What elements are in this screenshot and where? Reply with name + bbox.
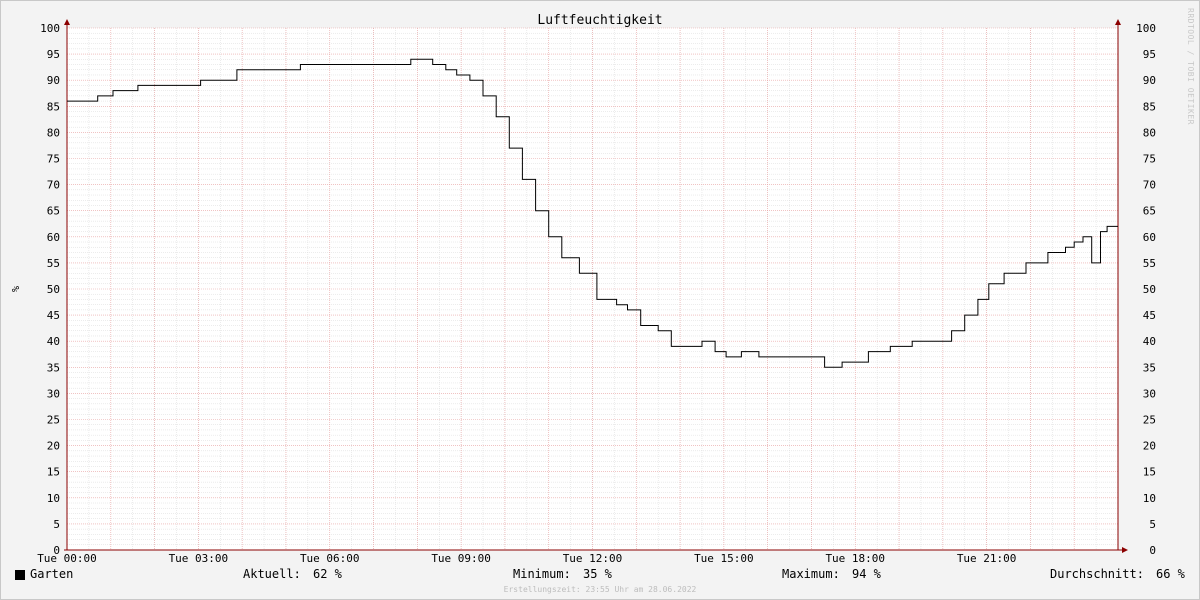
y-tick-label-right: 30: [1143, 387, 1156, 400]
legend: Garten Aktuell: 62 % Minimum: 35 % Maxim…: [0, 567, 1200, 585]
y-tick-label-left: 55: [47, 257, 60, 270]
x-axis-labels: Tue 00:00 Tue 03:00 Tue 06:00 Tue 09:00 Tue …: [37, 552, 1016, 565]
y-tick-label-left: 85: [47, 100, 60, 113]
y-tick-label-left: 70: [47, 179, 60, 192]
y-tick-label-right: 60: [1143, 231, 1156, 244]
watermark: RRDTOOL / TOBI OETIKER: [1186, 8, 1195, 125]
creation-time-footer: Erstellungszeit: 23:55 Uhr am 28.06.2022: [503, 585, 697, 594]
y-tick-label-left: 15: [47, 466, 60, 479]
y-tick-label-left: 35: [47, 361, 60, 374]
y-tick-label-right: 55: [1143, 257, 1156, 270]
legend-avg-value: 66 %: [1156, 567, 1185, 581]
y-tick-label-right: 75: [1143, 153, 1156, 166]
legend-avg-label: Durchschnitt:: [1050, 567, 1144, 581]
y-tick-label-left: 40: [47, 335, 60, 348]
y-axis-right-labels: 0 5 10 15 20 25 30 35 40 45 50 55 60 65 70 75 80 85 90 95 10…: [1136, 22, 1156, 557]
x-tick-label: Tue 15:00: [694, 552, 754, 565]
y-axis-label-left: %: [9, 286, 20, 292]
legend-max-value: 94 %: [852, 567, 881, 581]
y-tick-label-right: 50: [1143, 283, 1156, 296]
y-tick-label-left: 45: [47, 309, 60, 322]
y-tick-label-left: 10: [47, 492, 60, 505]
y-tick-label-left: 90: [47, 74, 60, 87]
y-tick-label-right: 35: [1143, 361, 1156, 374]
legend-current-label: Aktuell:: [243, 567, 301, 581]
y-tick-label-right: 85: [1143, 100, 1156, 113]
y-tick-label-left: 60: [47, 231, 60, 244]
legend-current-value: 62 %: [313, 567, 342, 581]
chart-title: Luftfeuchtigkeit: [537, 13, 662, 28]
y-tick-label-left: 95: [47, 48, 60, 61]
y-tick-label-right: 5: [1149, 518, 1156, 531]
y-tick-label-right: 15: [1143, 466, 1156, 479]
y-tick-label-right: 40: [1143, 335, 1156, 348]
y-tick-label-right: 95: [1143, 48, 1156, 61]
y-tick-label-left: 75: [47, 153, 60, 166]
y-axis-left-arrow: [64, 19, 70, 25]
y-tick-label-right: 70: [1143, 179, 1156, 192]
y-tick-label-left: 25: [47, 414, 60, 427]
y-tick-label-left: 5: [53, 518, 60, 531]
y-tick-label-right: 90: [1143, 74, 1156, 87]
humidity-chart: 0 5 10 15 20 25 30 35 40 45 50 55 60 65 70 75 80 85 90 95 10…: [9, 13, 1156, 565]
legend-max-label: Maximum:: [782, 567, 840, 581]
y-tick-label-right: 25: [1143, 414, 1156, 427]
x-axis-arrow: [1122, 547, 1128, 553]
x-tick-label: Tue 18:00: [825, 552, 885, 565]
x-tick-label: Tue 03:00: [169, 552, 229, 565]
y-tick-label-right: 10: [1143, 492, 1156, 505]
legend-series-name: Garten: [30, 567, 74, 581]
y-tick-label-right: 65: [1143, 205, 1156, 218]
y-axis-right-arrow: [1115, 19, 1121, 25]
y-tick-label-right: 45: [1143, 309, 1156, 322]
y-tick-label-right: 80: [1143, 126, 1156, 139]
y-axis-left-labels: 0510152025303540455055606570758085909510…: [40, 22, 60, 557]
x-tick-label: Tue 06:00: [300, 552, 360, 565]
x-tick-label: Tue 09:00: [431, 552, 491, 565]
legend-min-label: Minimum:: [513, 567, 571, 581]
x-tick-label: Tue 12:00: [563, 552, 623, 565]
y-tick-label-right: 0: [1149, 544, 1156, 557]
x-tick-label: Tue 00:00: [37, 552, 97, 565]
x-tick-label: Tue 21:00: [957, 552, 1017, 565]
y-tick-label-left: 65: [47, 205, 60, 218]
y-tick-label-right: 20: [1143, 440, 1156, 453]
legend-min-value: 35 %: [583, 567, 612, 581]
y-tick-label-left: 50: [47, 283, 60, 296]
y-tick-label-right: 100: [1136, 22, 1156, 35]
y-tick-label-left: 100: [40, 22, 60, 35]
y-tick-label-left: 80: [47, 126, 60, 139]
y-tick-label-left: 20: [47, 440, 60, 453]
y-tick-label-left: 30: [47, 387, 60, 400]
